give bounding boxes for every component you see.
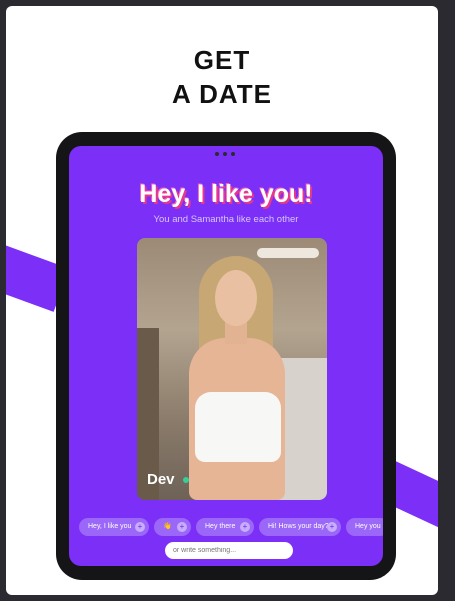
quick-reply-chip[interactable]: Hey you <box>346 518 383 536</box>
quick-reply-label: Hey, I like you <box>88 523 132 530</box>
quick-reply-label: Hi! Hows your day? <box>268 523 329 530</box>
quick-reply-label: Hey you <box>355 523 381 530</box>
online-dot-icon <box>183 477 189 483</box>
match-title: Hey, I like you! <box>139 180 313 208</box>
plus-circle-icon: + <box>327 522 337 532</box>
quick-reply-chip[interactable]: Hey there + <box>196 518 254 536</box>
photo-person-face <box>215 270 257 326</box>
profile-name: Dev <box>147 471 175 488</box>
promo-card: GET A DATE Hey, I like you! You and Sama… <box>6 6 438 595</box>
plus-circle-icon: + <box>240 522 250 532</box>
camera-dot <box>231 152 235 156</box>
promo-headline-line1: GET <box>193 45 251 75</box>
quick-reply-label: Hey there <box>205 523 236 530</box>
camera-dot <box>223 152 227 156</box>
tablet-frame: Hey, I like you! You and Samantha like e… <box>56 132 396 580</box>
promo-headline-line2: A DATE <box>172 79 272 109</box>
quick-reply-chip[interactable]: 👋 + <box>154 518 191 536</box>
plus-circle-icon: + <box>135 522 145 532</box>
quick-reply-chip[interactable]: Hi! Hows your day? + <box>259 518 341 536</box>
photo-person-top <box>195 392 281 462</box>
plus-circle-icon: + <box>177 522 187 532</box>
match-screen: Hey, I like you! You and Samantha like e… <box>69 146 383 566</box>
match-subtitle: You and Samantha like each other <box>153 214 299 225</box>
message-input[interactable] <box>165 542 293 559</box>
camera-dot <box>215 152 219 156</box>
quick-reply-label: 👋 <box>163 523 172 530</box>
photo-ceiling-fan <box>257 248 319 258</box>
profile-photo[interactable]: Dev <box>137 238 327 500</box>
quick-reply-bar: Hey, I like you + 👋 + Hey there + Hi! Ho… <box>79 518 383 536</box>
quick-reply-chip[interactable]: Hey, I like you + <box>79 518 149 536</box>
